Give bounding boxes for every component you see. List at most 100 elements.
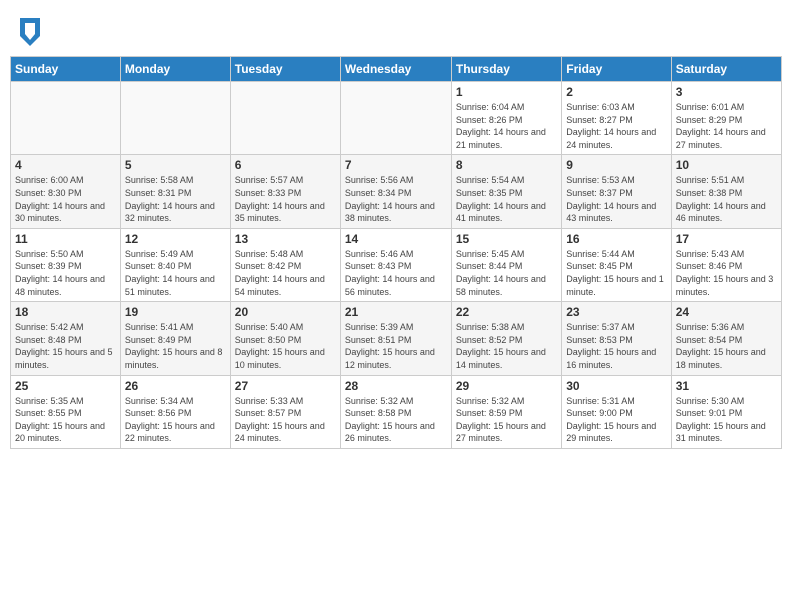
day-info: Sunrise: 5:31 AM Sunset: 9:00 PM Dayligh… [566, 395, 666, 445]
day-number: 2 [566, 85, 666, 99]
calendar-cell: 7 Sunrise: 5:56 AM Sunset: 8:34 PM Daylig… [340, 155, 451, 228]
calendar-cell: 15Sunrise: 5:45 AM Sunset: 8:44 PM Dayli… [451, 228, 561, 301]
day-number: 25 [15, 379, 116, 393]
weekday-header-monday: Monday [120, 57, 230, 82]
day-info: Sunrise: 5:44 AM Sunset: 8:45 PM Dayligh… [566, 248, 666, 298]
day-number: 14 [345, 232, 447, 246]
calendar-cell: 30 Sunrise: 5:31 AM Sunset: 9:00 PM Dayli… [562, 375, 671, 448]
calendar-cell [120, 82, 230, 155]
day-number: 8 [456, 158, 557, 172]
calendar-cell: 20 Sunrise: 5:40 AM Sunset: 8:50 PM Dayli… [230, 302, 340, 375]
calendar-cell: 26 Sunrise: 5:34 AM Sunset: 8:56 PM Dayli… [120, 375, 230, 448]
calendar-cell: 5 Sunrise: 5:58 AM Sunset: 8:31 PM Daylig… [120, 155, 230, 228]
weekday-header-row: SundayMondayTuesdayWednesdayThursdayFrid… [11, 57, 782, 82]
day-number: 13 [235, 232, 336, 246]
weekday-header-sunday: Sunday [11, 57, 121, 82]
calendar-cell: 14 Sunrise: 5:46 AM Sunset: 8:43 PM Dayli… [340, 228, 451, 301]
day-info: Sunrise: 5:32 AM Sunset: 8:59 PM Dayligh… [456, 395, 557, 445]
day-info: Sunrise: 5:58 AM Sunset: 8:31 PM Dayligh… [125, 174, 226, 224]
calendar-cell: 31 Sunrise: 5:30 AM Sunset: 9:01 PM Dayli… [671, 375, 781, 448]
calendar-cell: 10Sunrise: 5:51 AM Sunset: 8:38 PM Dayli… [671, 155, 781, 228]
day-number: 20 [235, 305, 336, 319]
calendar-cell: 4 Sunrise: 6:00 AM Sunset: 8:30 PM Daylig… [11, 155, 121, 228]
day-number: 28 [345, 379, 447, 393]
calendar-cell: 22 Sunrise: 5:38 AM Sunset: 8:52 PM Dayli… [451, 302, 561, 375]
day-number: 23 [566, 305, 666, 319]
day-number: 16 [566, 232, 666, 246]
day-number: 7 [345, 158, 447, 172]
calendar-cell: 2Sunrise: 6:03 AM Sunset: 8:27 PM Daylig… [562, 82, 671, 155]
calendar-cell: 13 Sunrise: 5:48 AM Sunset: 8:42 PM Dayli… [230, 228, 340, 301]
day-info: Sunrise: 5:36 AM Sunset: 8:54 PM Dayligh… [676, 321, 777, 371]
week-row-5: 25Sunrise: 5:35 AM Sunset: 8:55 PM Dayli… [11, 375, 782, 448]
weekday-header-friday: Friday [562, 57, 671, 82]
calendar-cell: 17 Sunrise: 5:43 AM Sunset: 8:46 PM Dayli… [671, 228, 781, 301]
day-info: Sunrise: 5:33 AM Sunset: 8:57 PM Dayligh… [235, 395, 336, 445]
day-info: Sunrise: 5:42 AM Sunset: 8:48 PM Dayligh… [15, 321, 116, 371]
calendar-cell: 6Sunrise: 5:57 AM Sunset: 8:33 PM Daylig… [230, 155, 340, 228]
day-info: Sunrise: 6:00 AM Sunset: 8:30 PM Dayligh… [15, 174, 116, 224]
day-info: Sunrise: 5:49 AM Sunset: 8:40 PM Dayligh… [125, 248, 226, 298]
day-number: 29 [456, 379, 557, 393]
day-info: Sunrise: 5:51 AM Sunset: 8:38 PM Dayligh… [676, 174, 777, 224]
calendar-cell: 1 Sunrise: 6:04 AM Sunset: 8:26 PM Daylig… [451, 82, 561, 155]
day-number: 26 [125, 379, 226, 393]
day-number: 27 [235, 379, 336, 393]
day-number: 17 [676, 232, 777, 246]
day-info: Sunrise: 5:37 AM Sunset: 8:53 PM Dayligh… [566, 321, 666, 371]
day-number: 12 [125, 232, 226, 246]
day-info: Sunrise: 5:38 AM Sunset: 8:52 PM Dayligh… [456, 321, 557, 371]
calendar-cell [340, 82, 451, 155]
calendar-cell [11, 82, 121, 155]
day-number: 19 [125, 305, 226, 319]
day-info: Sunrise: 6:01 AM Sunset: 8:29 PM Dayligh… [676, 101, 777, 151]
day-info: Sunrise: 5:53 AM Sunset: 8:37 PM Dayligh… [566, 174, 666, 224]
logo [20, 18, 43, 46]
day-number: 21 [345, 305, 447, 319]
day-number: 3 [676, 85, 777, 99]
week-row-1: 1 Sunrise: 6:04 AM Sunset: 8:26 PM Daylig… [11, 82, 782, 155]
day-number: 6 [235, 158, 336, 172]
day-info: Sunrise: 5:41 AM Sunset: 8:49 PM Dayligh… [125, 321, 226, 371]
day-info: Sunrise: 6:04 AM Sunset: 8:26 PM Dayligh… [456, 101, 557, 151]
day-info: Sunrise: 5:50 AM Sunset: 8:39 PM Dayligh… [15, 248, 116, 298]
day-number: 22 [456, 305, 557, 319]
weekday-header-saturday: Saturday [671, 57, 781, 82]
calendar-cell: 11Sunrise: 5:50 AM Sunset: 8:39 PM Dayli… [11, 228, 121, 301]
day-info: Sunrise: 5:39 AM Sunset: 8:51 PM Dayligh… [345, 321, 447, 371]
day-info: Sunrise: 5:54 AM Sunset: 8:35 PM Dayligh… [456, 174, 557, 224]
day-info: Sunrise: 5:43 AM Sunset: 8:46 PM Dayligh… [676, 248, 777, 298]
day-number: 4 [15, 158, 116, 172]
calendar-cell: 3 Sunrise: 6:01 AM Sunset: 8:29 PM Daylig… [671, 82, 781, 155]
calendar-cell: 25Sunrise: 5:35 AM Sunset: 8:55 PM Dayli… [11, 375, 121, 448]
calendar-cell: 27 Sunrise: 5:33 AM Sunset: 8:57 PM Dayli… [230, 375, 340, 448]
day-info: Sunrise: 5:56 AM Sunset: 8:34 PM Dayligh… [345, 174, 447, 224]
calendar-cell: 18 Sunrise: 5:42 AM Sunset: 8:48 PM Dayli… [11, 302, 121, 375]
calendar-cell: 23 Sunrise: 5:37 AM Sunset: 8:53 PM Dayli… [562, 302, 671, 375]
calendar-cell: 12 Sunrise: 5:49 AM Sunset: 8:40 PM Dayli… [120, 228, 230, 301]
day-number: 1 [456, 85, 557, 99]
day-info: Sunrise: 5:48 AM Sunset: 8:42 PM Dayligh… [235, 248, 336, 298]
day-info: Sunrise: 5:32 AM Sunset: 8:58 PM Dayligh… [345, 395, 447, 445]
weekday-header-tuesday: Tuesday [230, 57, 340, 82]
calendar-table: SundayMondayTuesdayWednesdayThursdayFrid… [10, 56, 782, 449]
day-number: 9 [566, 158, 666, 172]
logo-icon [20, 18, 40, 46]
day-number: 18 [15, 305, 116, 319]
weekday-header-thursday: Thursday [451, 57, 561, 82]
day-info: Sunrise: 5:30 AM Sunset: 9:01 PM Dayligh… [676, 395, 777, 445]
day-info: Sunrise: 5:34 AM Sunset: 8:56 PM Dayligh… [125, 395, 226, 445]
week-row-4: 18 Sunrise: 5:42 AM Sunset: 8:48 PM Dayli… [11, 302, 782, 375]
calendar-cell: 28 Sunrise: 5:32 AM Sunset: 8:58 PM Dayli… [340, 375, 451, 448]
weekday-header-wednesday: Wednesday [340, 57, 451, 82]
calendar-cell: 29 Sunrise: 5:32 AM Sunset: 8:59 PM Dayli… [451, 375, 561, 448]
day-number: 31 [676, 379, 777, 393]
day-number: 30 [566, 379, 666, 393]
week-row-2: 4 Sunrise: 6:00 AM Sunset: 8:30 PM Daylig… [11, 155, 782, 228]
calendar-cell: 16 Sunrise: 5:44 AM Sunset: 8:45 PM Dayli… [562, 228, 671, 301]
calendar-cell [230, 82, 340, 155]
day-info: Sunrise: 5:46 AM Sunset: 8:43 PM Dayligh… [345, 248, 447, 298]
day-info: Sunrise: 5:40 AM Sunset: 8:50 PM Dayligh… [235, 321, 336, 371]
day-number: 5 [125, 158, 226, 172]
day-info: Sunrise: 5:45 AM Sunset: 8:44 PM Dayligh… [456, 248, 557, 298]
